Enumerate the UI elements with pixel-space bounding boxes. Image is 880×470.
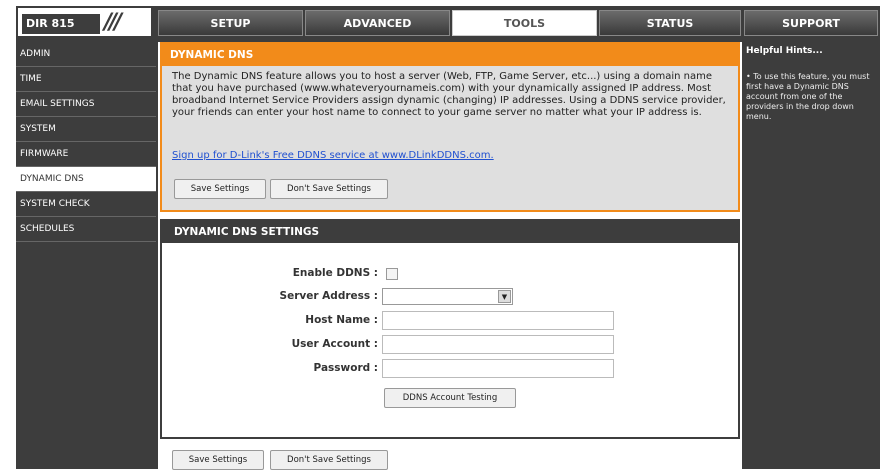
- dont-save-settings-button[interactable]: Don't Save Settings: [270, 179, 388, 199]
- section-title: DYNAMIC DNS SETTINGS: [162, 221, 738, 243]
- password-input[interactable]: [382, 359, 614, 378]
- main-content: DYNAMIC DNS The Dynamic DNS feature allo…: [158, 42, 742, 470]
- router-admin-frame: DIR 815 /// SETUP ADVANCED TOOLS STATUS …: [16, 6, 880, 470]
- hints-title: Helpful Hints...: [746, 46, 823, 56]
- sidebar-item-system[interactable]: SYSTEM: [16, 117, 156, 142]
- host-name-input[interactable]: [382, 311, 614, 330]
- sidebar-item-dynamic-dns[interactable]: DYNAMIC DNS: [16, 167, 156, 192]
- sidebar-item-admin[interactable]: ADMIN: [16, 42, 156, 67]
- footer-save-settings-button[interactable]: Save Settings: [172, 450, 264, 470]
- save-settings-button[interactable]: Save Settings: [174, 179, 266, 199]
- server-address-select[interactable]: ▼: [382, 288, 513, 305]
- sidebar-item-firmware[interactable]: FIRMWARE: [16, 142, 156, 167]
- tab-setup[interactable]: SETUP: [158, 10, 303, 36]
- model-badge: DIR 815: [22, 14, 100, 34]
- dlink-ddns-signup-link[interactable]: Sign up for D-Link's Free DDNS service a…: [172, 150, 494, 161]
- sidebar-item-system-check[interactable]: SYSTEM CHECK: [16, 192, 156, 217]
- tab-status[interactable]: STATUS: [599, 10, 741, 36]
- user-account-label: User Account :: [291, 338, 378, 350]
- intro-description: The Dynamic DNS feature allows you to ho…: [172, 71, 726, 118]
- sidebar-nav: ADMIN TIME EMAIL SETTINGS SYSTEM FIRMWAR…: [16, 42, 156, 242]
- chevron-down-icon: ▼: [498, 290, 511, 303]
- server-address-label: Server Address :: [279, 290, 378, 302]
- password-label: Password :: [313, 362, 378, 374]
- hints-text: • To use this feature, you must first ha…: [746, 72, 870, 121]
- tab-tools[interactable]: TOOLS: [452, 10, 597, 36]
- enable-ddns-checkbox[interactable]: [386, 268, 398, 280]
- tab-advanced[interactable]: ADVANCED: [305, 10, 450, 36]
- sidebar-item-email-settings[interactable]: EMAIL SETTINGS: [16, 92, 156, 117]
- ddns-settings-section: DYNAMIC DNS SETTINGS Enable DDNS : Serve…: [160, 219, 740, 439]
- sidebar-item-schedules[interactable]: SCHEDULES: [16, 217, 156, 242]
- user-account-input[interactable]: [382, 335, 614, 354]
- section-title: DYNAMIC DNS: [162, 44, 738, 66]
- logo-slashes: ///: [104, 10, 122, 35]
- logo: DIR 815 ///: [16, 6, 153, 38]
- enable-ddns-label: Enable DDNS :: [292, 267, 378, 279]
- ddns-account-testing-button[interactable]: DDNS Account Testing: [384, 388, 516, 408]
- sidebar-item-time[interactable]: TIME: [16, 67, 156, 92]
- host-name-label: Host Name :: [305, 314, 378, 326]
- tab-support[interactable]: SUPPORT: [744, 10, 878, 36]
- intro-section: DYNAMIC DNS The Dynamic DNS feature allo…: [160, 42, 740, 212]
- helpful-hints-panel: Helpful Hints... • To use this feature, …: [744, 42, 880, 469]
- footer-dont-save-settings-button[interactable]: Don't Save Settings: [270, 450, 388, 470]
